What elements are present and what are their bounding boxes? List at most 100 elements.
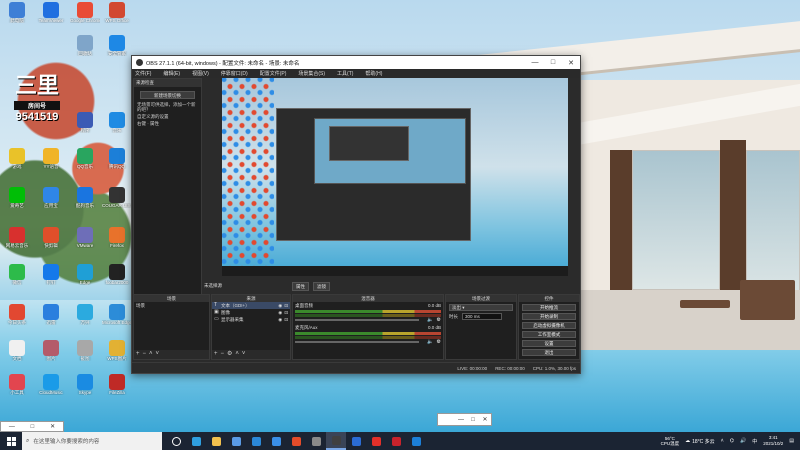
desktop-icon[interactable]: WPS图片: [102, 340, 132, 373]
desktop-icon[interactable]: 快剪辑: [36, 227, 66, 260]
minimize-icon[interactable]: —: [455, 417, 467, 423]
desktop-icon[interactable]: 今日头条: [2, 304, 32, 337]
desktop-icon[interactable]: Google Chrome: [70, 2, 100, 35]
eye-icon[interactable]: ◉: [278, 302, 282, 309]
source-item[interactable]: ▣ 图像 ◉ ⊡: [212, 309, 290, 316]
desktop-icon[interactable]: Edge: [70, 264, 100, 297]
desktop-icon[interactable]: 微信: [2, 264, 32, 297]
taskbar-app-vscode[interactable]: [286, 432, 306, 450]
taskbar-app-word[interactable]: [346, 432, 366, 450]
desktop-icon[interactable]: 程序: [70, 112, 100, 145]
eye-icon[interactable]: ◉: [278, 309, 282, 316]
network-icon[interactable]: ⌬: [730, 438, 734, 444]
properties-button[interactable]: 属性: [292, 282, 309, 291]
volume-icon[interactable]: 🔈: [427, 339, 433, 345]
menu-item[interactable]: 场景集合(S): [298, 70, 325, 77]
desktop-icon[interactable]: 网易云音乐: [2, 227, 32, 260]
desktop-icon[interactable]: Firefox: [102, 227, 132, 260]
source-item[interactable]: T 文本（GDI+） ◉ ⊡: [212, 302, 290, 309]
control-button[interactable]: 启动虚拟摄像机: [522, 322, 576, 329]
gear-icon[interactable]: ⚙: [437, 339, 441, 345]
volume-slider[interactable]: [295, 319, 419, 321]
clock[interactable]: 3:41 2021/10/2: [763, 435, 783, 447]
desktop-icon[interactable]: TeamViewer: [36, 2, 66, 35]
gear-icon[interactable]: ⚙: [437, 317, 441, 323]
transition-select[interactable]: 淡出 ▾: [449, 304, 513, 311]
control-button[interactable]: 开始录制: [522, 313, 576, 320]
desktop-icon[interactable]: VMware: [70, 227, 100, 260]
menu-item[interactable]: 帮助(H): [365, 70, 382, 77]
notification-icon[interactable]: ▤: [789, 438, 794, 444]
maximize-icon[interactable]: □: [544, 59, 562, 66]
menu-item[interactable]: 视图(V): [192, 70, 209, 77]
taskbar-app-obs[interactable]: [326, 432, 346, 450]
new-scene-switch-button[interactable]: 新建场景切换: [140, 91, 195, 99]
desktop-icon[interactable]: 截图: [70, 340, 100, 373]
desktop-icon[interactable]: YY语音: [36, 148, 66, 181]
desktop-icon[interactable]: 音乐: [102, 112, 132, 145]
lock-icon[interactable]: ⊡: [284, 302, 288, 309]
chevron-up-icon[interactable]: ˄: [721, 438, 724, 444]
scenes-toolbar[interactable]: +−˄˅: [134, 350, 209, 359]
duration-input[interactable]: 300 ms: [462, 313, 502, 320]
desktop-icon[interactable]: WPS Office: [102, 2, 132, 35]
desktop-icon[interactable]: 酷狗音乐: [70, 187, 100, 220]
desktop-icon[interactable]: Microsoft Edge: [102, 304, 132, 337]
maximize-icon[interactable]: □: [467, 417, 479, 423]
taskbar-app-explorer[interactable]: [206, 432, 226, 450]
eye-icon[interactable]: ◉: [278, 316, 282, 323]
menu-item[interactable]: 工具(T): [337, 70, 353, 77]
close-icon[interactable]: ✕: [479, 416, 491, 423]
desktop-icon[interactable]: COUGAR UIX SYSTEM: [102, 187, 132, 220]
minimized-window-left[interactable]: — □ ✕: [0, 421, 64, 432]
taskbar-app-dingtalk[interactable]: [266, 432, 286, 450]
desktop-icon[interactable]: 钉钉: [36, 264, 66, 297]
minimize-icon[interactable]: —: [526, 59, 544, 66]
filters-button[interactable]: 滤镜: [313, 282, 330, 291]
volume-icon[interactable]: 🔊: [740, 438, 746, 444]
obs-title-bar[interactable]: OBS 27.1.1 (64-bit, windows) - 配置文件: 未命名…: [132, 56, 580, 69]
desktop-icon[interactable]: 图片: [36, 340, 66, 373]
menu-item[interactable]: 文件(F): [135, 70, 151, 77]
control-button[interactable]: 设置: [522, 340, 576, 347]
sources-toolbar[interactable]: +−⚙˄˅: [212, 350, 290, 359]
desktop-icon[interactable]: Skype: [70, 374, 100, 407]
control-button[interactable]: 退出: [522, 349, 576, 356]
desktop-icon[interactable]: 游戏: [2, 148, 32, 181]
volume-slider[interactable]: [295, 341, 419, 343]
menu-item[interactable]: 编辑(E): [163, 70, 180, 77]
start-button[interactable]: [0, 432, 22, 450]
desktop-icon[interactable]: 回收站: [70, 35, 100, 68]
desktop-icon[interactable]: FileZilla: [102, 374, 132, 407]
control-button[interactable]: 开始推流: [522, 304, 576, 311]
minimized-window[interactable]: — □ ✕: [437, 413, 492, 426]
desktop-icon[interactable]: 腾讯QQ: [102, 148, 132, 181]
lock-icon[interactable]: ⊡: [284, 309, 288, 316]
desktop-icon[interactable]: foobar2000: [102, 264, 132, 297]
close-icon[interactable]: ✕: [562, 59, 580, 67]
control-button[interactable]: 工作室模式: [522, 331, 576, 338]
close-icon[interactable]: ✕: [50, 423, 55, 430]
taskbar-app-store[interactable]: [226, 432, 246, 450]
weather-widget[interactable]: ☁ 18°C 多云: [685, 438, 715, 445]
taskbar-app-edge[interactable]: [186, 432, 206, 450]
desktop-icon[interactable]: 小工具: [2, 374, 32, 407]
menu-item[interactable]: 配置文件(P): [260, 70, 287, 77]
ime-icon[interactable]: 中: [752, 438, 757, 445]
desktop-icon[interactable]: QQ音乐: [70, 148, 100, 181]
obs-window[interactable]: OBS 27.1.1 (64-bit, windows) - 配置文件: 未命名…: [131, 55, 581, 374]
minimize-icon[interactable]: —: [9, 424, 15, 430]
source-item[interactable]: ▭ 显示器采集 ◉ ⊡: [212, 316, 290, 323]
taskbar-search[interactable]: ⌕ 在这里输入你要搜索的内容: [22, 432, 162, 450]
desktop-icon[interactable]: 爱奇艺: [2, 187, 32, 220]
menu-item[interactable]: 停靠窗口(D): [221, 70, 248, 77]
desktop-icon[interactable]: 应用宝: [36, 187, 66, 220]
taskbar-app-qq[interactable]: [406, 432, 426, 450]
taskbar-app-terminal[interactable]: [306, 432, 326, 450]
desktop-icon[interactable]: CloudMusic: [36, 374, 66, 407]
volume-icon[interactable]: 🔈: [427, 317, 433, 323]
desktop-icon[interactable]: 万兴: [70, 304, 100, 337]
taskbar-app-music[interactable]: [366, 432, 386, 450]
maximize-icon[interactable]: □: [31, 424, 35, 430]
desktop-icon[interactable]: 安全管家: [102, 35, 132, 68]
